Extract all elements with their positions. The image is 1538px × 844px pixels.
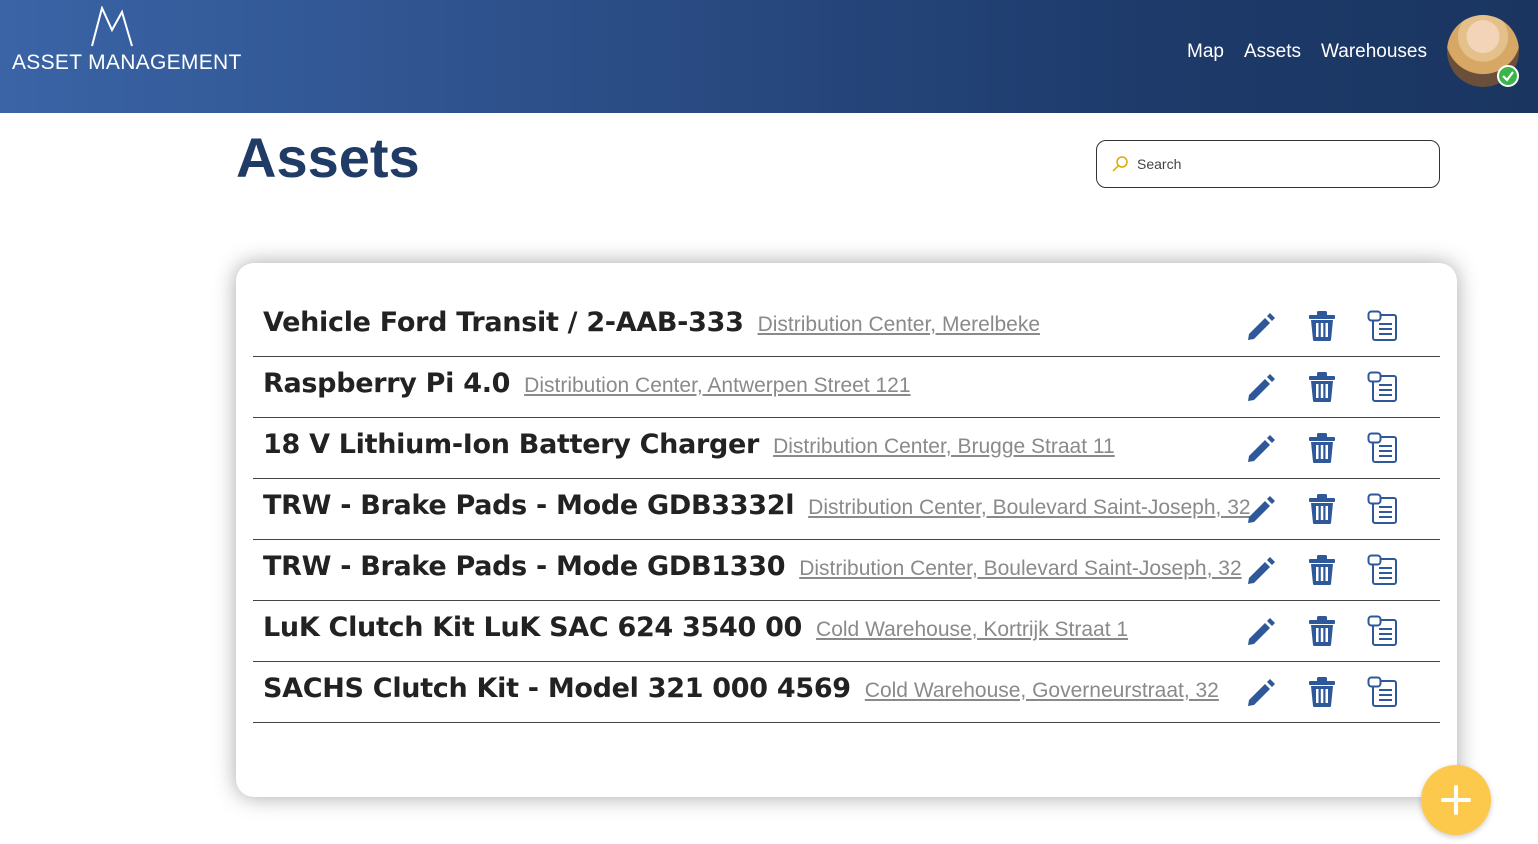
details-button[interactable]	[1365, 308, 1400, 343]
trash-icon	[1308, 310, 1335, 341]
asset-name: TRW - Brake Pads - Mode GDB3332l Distribu…	[263, 490, 1251, 521]
delete-button[interactable]	[1304, 491, 1339, 526]
delete-button[interactable]	[1304, 308, 1339, 343]
edit-button[interactable]	[1243, 308, 1278, 343]
assets-card: Vehicle Ford Transit / 2-AAB-333 Distribu…	[236, 263, 1457, 797]
trash-icon	[1308, 554, 1335, 585]
asset-list: Vehicle Ford Transit / 2-AAB-333 Distribu…	[253, 296, 1440, 723]
asset-name-text: TRW - Brake Pads - Mode GDB1330	[263, 551, 786, 582]
search-box[interactable]	[1096, 140, 1440, 188]
clipboard-list-icon	[1367, 615, 1397, 646]
mountain-peaks-icon	[91, 6, 133, 47]
edit-button[interactable]	[1243, 552, 1278, 587]
edit-icon	[1247, 617, 1275, 645]
details-button[interactable]	[1365, 491, 1400, 526]
asset-name: LuK Clutch Kit LuK SAC 624 3540 00 Cold W…	[263, 612, 1128, 643]
row-actions	[1243, 430, 1400, 465]
add-asset-button[interactable]	[1421, 765, 1491, 835]
clipboard-list-icon	[1367, 676, 1397, 707]
row-actions	[1243, 491, 1400, 526]
row-actions	[1243, 674, 1400, 709]
main-nav: Map Assets Warehouses	[1187, 41, 1427, 63]
search-input[interactable]	[1135, 155, 1429, 173]
delete-button[interactable]	[1304, 674, 1339, 709]
row-actions	[1243, 613, 1400, 648]
clipboard-list-icon	[1367, 432, 1397, 463]
delete-button[interactable]	[1304, 430, 1339, 465]
asset-name-text: 18 V Lithium-Ion Battery Charger	[263, 429, 760, 460]
row-actions	[1243, 369, 1400, 404]
details-button[interactable]	[1365, 430, 1400, 465]
nav-warehouses[interactable]: Warehouses	[1321, 41, 1427, 63]
clipboard-list-icon	[1367, 493, 1397, 524]
delete-button[interactable]	[1304, 552, 1339, 587]
delete-button[interactable]	[1304, 613, 1339, 648]
edit-icon	[1247, 312, 1275, 340]
user-menu[interactable]	[1447, 15, 1519, 87]
asset-name-text: TRW - Brake Pads - Mode GDB3332l	[263, 490, 795, 521]
details-button[interactable]	[1365, 369, 1400, 404]
delete-button[interactable]	[1304, 369, 1339, 404]
asset-name-text: Raspberry Pi 4.0	[263, 368, 511, 399]
trash-icon	[1308, 371, 1335, 402]
brand-logo[interactable]: ASSET MANAGEMENT	[10, 6, 241, 76]
asset-row[interactable]: TRW - Brake Pads - Mode GDB1330 Distribut…	[253, 540, 1440, 601]
brand-name: ASSET MANAGEMENT	[12, 51, 242, 74]
asset-location-link[interactable]: Distribution Center, Boulevard Saint-Jos…	[799, 557, 1241, 580]
asset-row[interactable]: LuK Clutch Kit LuK SAC 624 3540 00 Cold W…	[253, 601, 1440, 662]
row-actions	[1243, 552, 1400, 587]
asset-name-text: Vehicle Ford Transit / 2-AAB-333	[263, 307, 744, 338]
asset-name: 18 V Lithium-Ion Battery Charger Distribu…	[263, 429, 1115, 460]
asset-location-link[interactable]: Distribution Center, Merelbeke	[758, 313, 1040, 336]
edit-icon	[1247, 495, 1275, 523]
asset-location-link[interactable]: Distribution Center, Boulevard Saint-Jos…	[808, 496, 1250, 519]
asset-location-link[interactable]: Cold Warehouse, Kortrijk Straat 1	[816, 618, 1128, 641]
trash-icon	[1308, 493, 1335, 524]
details-button[interactable]	[1365, 552, 1400, 587]
asset-row[interactable]: TRW - Brake Pads - Mode GDB3332l Distribu…	[253, 479, 1440, 540]
clipboard-list-icon	[1367, 310, 1397, 341]
clipboard-list-icon	[1367, 371, 1397, 402]
edit-button[interactable]	[1243, 369, 1278, 404]
asset-name: SACHS Clutch Kit - Model 321 000 4569 Col…	[263, 673, 1219, 704]
top-bar: ASSET MANAGEMENT Map Assets Warehouses	[0, 0, 1538, 113]
nav-assets[interactable]: Assets	[1244, 41, 1301, 63]
asset-location-link[interactable]: Distribution Center, Antwerpen Street 12…	[524, 374, 910, 397]
asset-location-link[interactable]: Cold Warehouse, Governeurstraat, 32	[865, 679, 1219, 702]
edit-button[interactable]	[1243, 491, 1278, 526]
nav-map[interactable]: Map	[1187, 41, 1224, 63]
trash-icon	[1308, 615, 1335, 646]
asset-name-text: SACHS Clutch Kit - Model 321 000 4569	[263, 673, 851, 704]
search-icon	[1112, 156, 1128, 172]
edit-icon	[1247, 678, 1275, 706]
asset-location-link[interactable]: Distribution Center, Brugge Straat 11	[773, 435, 1115, 458]
edit-icon	[1247, 434, 1275, 462]
asset-row[interactable]: 18 V Lithium-Ion Battery Charger Distribu…	[253, 418, 1440, 479]
asset-name-text: LuK Clutch Kit LuK SAC 624 3540 00	[263, 612, 803, 643]
trash-icon	[1308, 432, 1335, 463]
clipboard-list-icon	[1367, 554, 1397, 585]
asset-row[interactable]: Vehicle Ford Transit / 2-AAB-333 Distribu…	[253, 296, 1440, 357]
asset-row[interactable]: SACHS Clutch Kit - Model 321 000 4569 Col…	[253, 662, 1440, 723]
asset-name: Vehicle Ford Transit / 2-AAB-333 Distribu…	[263, 307, 1040, 338]
details-button[interactable]	[1365, 674, 1400, 709]
edit-icon	[1247, 556, 1275, 584]
trash-icon	[1308, 676, 1335, 707]
online-status-icon	[1497, 65, 1519, 87]
page-title: Assets	[236, 126, 420, 189]
edit-button[interactable]	[1243, 613, 1278, 648]
row-actions	[1243, 308, 1400, 343]
asset-name: TRW - Brake Pads - Mode GDB1330 Distribut…	[263, 551, 1242, 582]
asset-row[interactable]: Raspberry Pi 4.0 Distribution Center, Ant…	[253, 357, 1440, 418]
edit-icon	[1247, 373, 1275, 401]
edit-button[interactable]	[1243, 674, 1278, 709]
asset-name: Raspberry Pi 4.0 Distribution Center, Ant…	[263, 368, 911, 399]
details-button[interactable]	[1365, 613, 1400, 648]
edit-button[interactable]	[1243, 430, 1278, 465]
